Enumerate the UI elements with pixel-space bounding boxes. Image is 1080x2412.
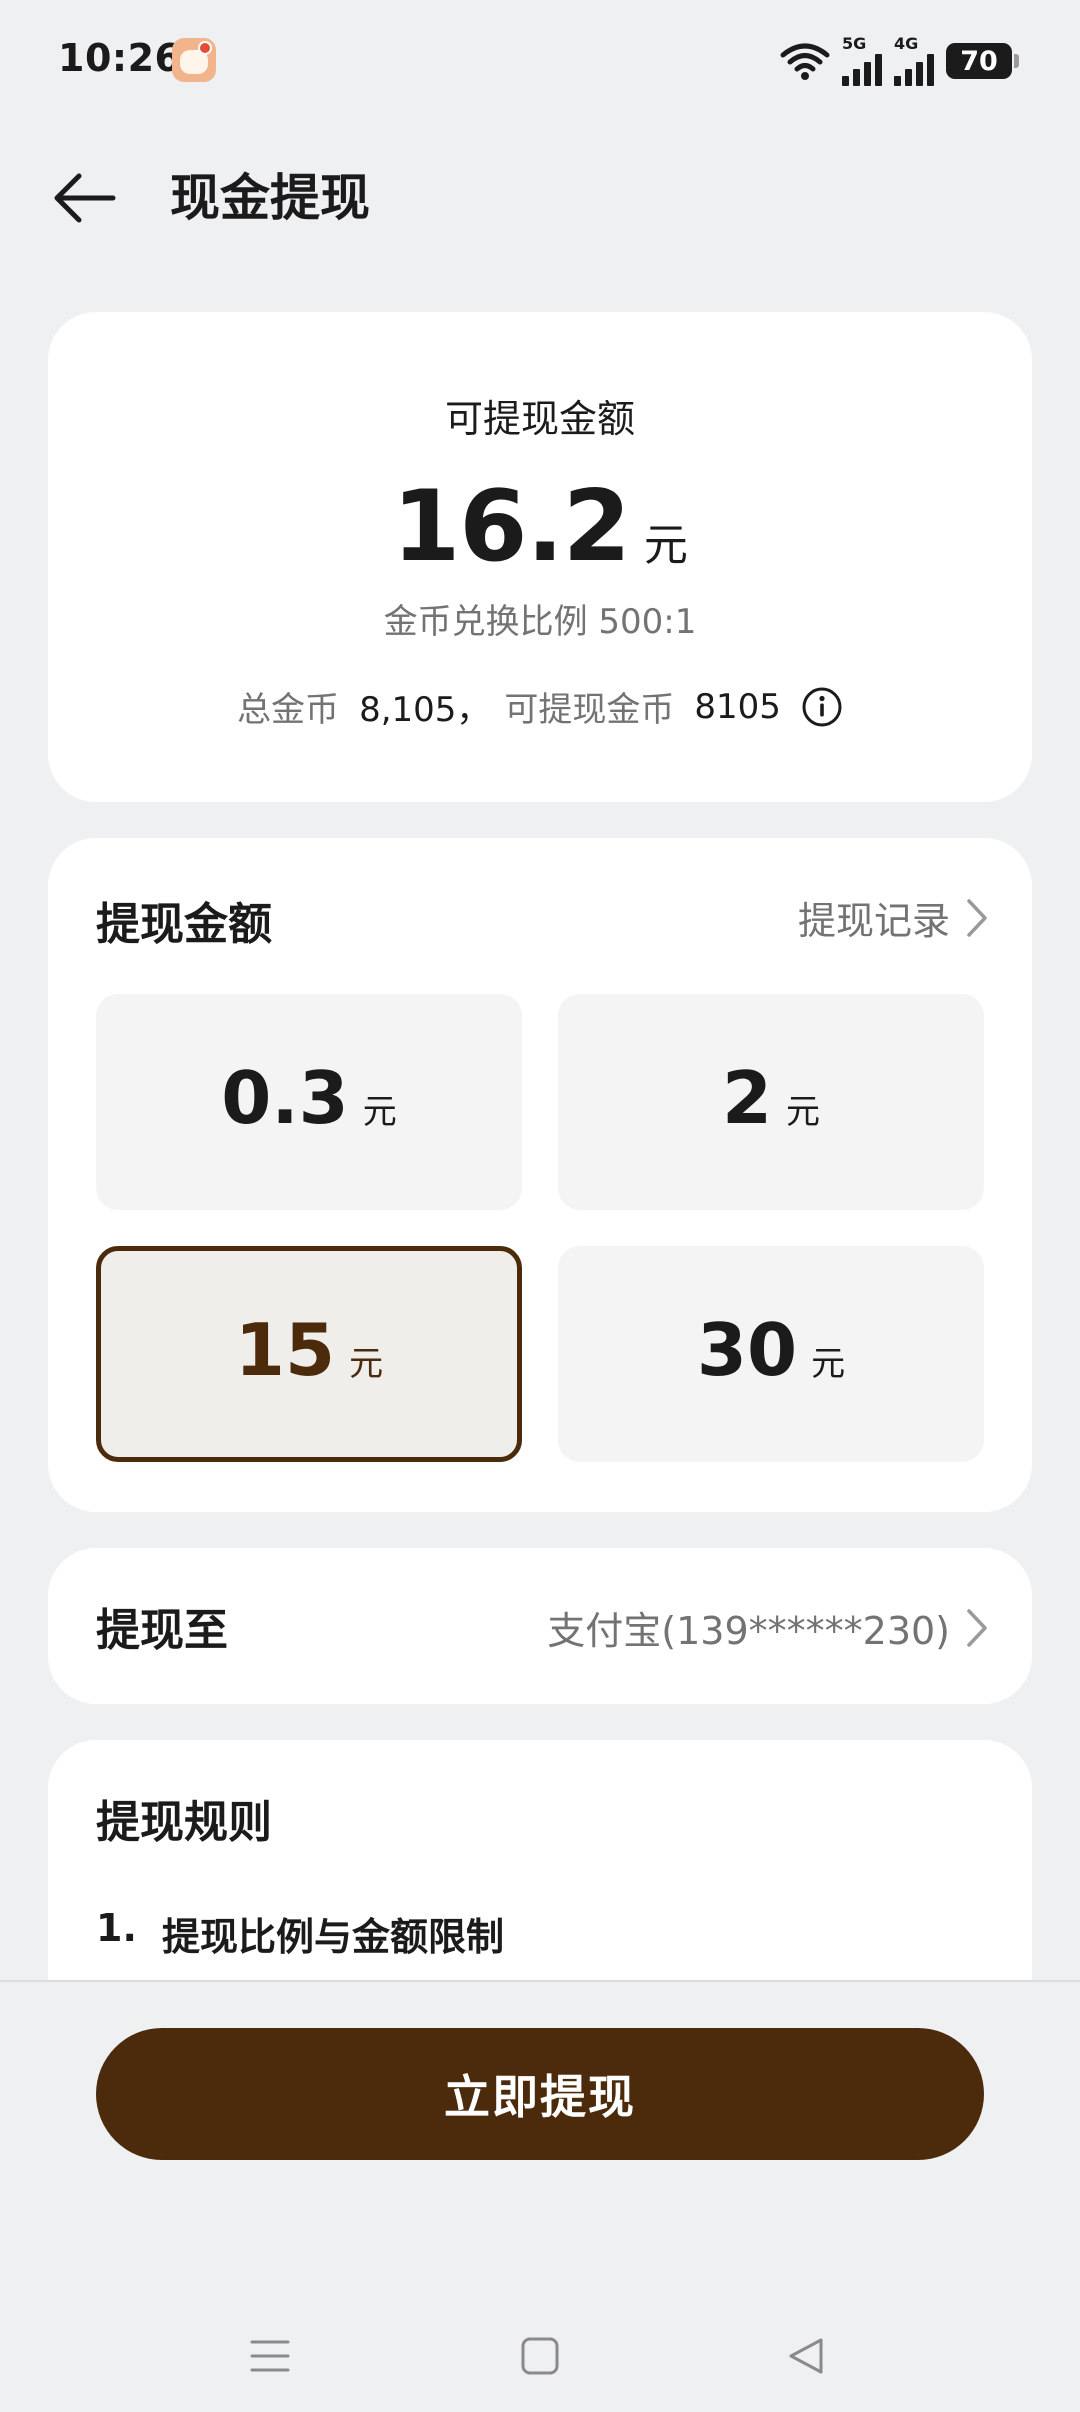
triangle-back-icon <box>789 2338 823 2374</box>
amount-card: 提现金额 提现记录 0.3 元 2 元 15 元 30 元 <box>48 838 1032 1512</box>
withdraw-page: 10:26 5G 4G 70 现金提现 可提现金额 16.2 元 金币兑换比例 … <box>0 0 1080 2412</box>
amount-option-15-selected[interactable]: 15 元 <box>96 1246 522 1462</box>
amount-option-unit: 元 <box>811 1344 846 1384</box>
recent-apps-button[interactable] <box>230 2316 310 2396</box>
amount-option-unit: 元 <box>786 1092 821 1132</box>
exchange-rate-text: 金币兑换比例 500:1 <box>383 602 697 642</box>
amount-option-value: 0.3 <box>221 1056 349 1140</box>
battery-icon: 70 <box>946 43 1019 79</box>
info-icon[interactable] <box>801 686 843 728</box>
signal-4g-label: 4G <box>894 34 919 53</box>
balance-amount-value: 16.2 <box>392 470 631 584</box>
rules-title: 提现规则 <box>96 1797 272 1848</box>
amount-option-0-3[interactable]: 0.3 元 <box>96 994 522 1210</box>
app-notification-icon <box>172 38 216 82</box>
battery-level: 70 <box>960 45 998 77</box>
total-coins-value: 8,105， <box>359 690 491 730</box>
amount-option-unit: 元 <box>362 1092 397 1132</box>
status-icons: 5G 4G 70 <box>780 36 1019 86</box>
amount-option-unit: 元 <box>349 1344 384 1384</box>
home-button[interactable] <box>500 2316 580 2396</box>
page-title: 现金提现 <box>170 169 370 227</box>
status-time: 10:26 <box>58 36 182 80</box>
destination-account-value: 支付宝(139******230) <box>547 1609 950 1653</box>
signal-5g-icon: 5G <box>842 36 882 86</box>
amount-section-title: 提现金额 <box>96 899 272 950</box>
signal-4g-icon: 4G <box>894 36 934 86</box>
rule-item: 1. 提现比例与金额限制 <box>96 1906 504 1961</box>
bottom-action-bar: 立即提现 <box>0 1980 1080 2412</box>
menu-icon <box>250 2340 290 2372</box>
amount-option-value: 15 <box>234 1308 336 1392</box>
destination-title: 提现至 <box>96 1605 228 1656</box>
amount-option-2[interactable]: 2 元 <box>558 994 984 1210</box>
back-nav-button[interactable] <box>766 2316 846 2396</box>
amount-option-value: 2 <box>721 1056 773 1140</box>
withdrawable-coins-label: 可提现金币 <box>504 690 675 730</box>
signal-5g-label: 5G <box>842 34 867 53</box>
coins-summary: 总金币 8,105， 可提现金币 8105 <box>48 682 1032 731</box>
square-icon <box>521 2337 559 2375</box>
rule-item-text: 提现比例与金额限制 <box>162 1915 505 1959</box>
wifi-icon <box>780 43 830 80</box>
withdraw-destination-card[interactable]: 提现至 支付宝(139******230) <box>48 1548 1032 1704</box>
total-coins-label: 总金币 <box>237 690 340 730</box>
app-header: 现金提现 <box>0 150 1080 246</box>
balance-amount-unit: 元 <box>643 520 688 571</box>
amount-option-30[interactable]: 30 元 <box>558 1246 984 1462</box>
back-button[interactable] <box>44 166 124 230</box>
chevron-right-icon <box>967 898 987 937</box>
chevron-right-icon <box>967 1608 987 1647</box>
rule-item-index: 1. <box>96 1906 137 1950</box>
balance-amount: 16.2 元 <box>48 472 1032 582</box>
withdraw-now-button[interactable]: 立即提现 <box>96 2028 984 2160</box>
system-navigation-bar <box>0 2316 1080 2396</box>
balance-card: 可提现金额 16.2 元 金币兑换比例 500:1 总金币 8,105， 可提现… <box>48 312 1032 802</box>
status-bar: 10:26 5G 4G 70 <box>0 0 1080 124</box>
arrow-left-icon <box>54 173 116 223</box>
withdrawable-coins-value: 8105 <box>694 686 781 727</box>
destination-account[interactable]: 支付宝(139******230) <box>547 1600 988 1655</box>
withdraw-records-label: 提现记录 <box>797 899 950 943</box>
balance-label: 可提现金额 <box>444 397 635 441</box>
withdraw-records-link[interactable]: 提现记录 <box>798 890 988 945</box>
amount-option-value: 30 <box>696 1308 798 1392</box>
